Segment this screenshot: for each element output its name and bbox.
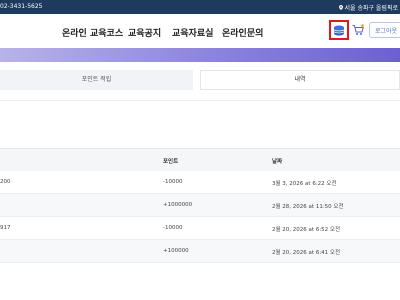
location-info: 서울 송파구 올림픽로 <box>338 3 399 12</box>
row-points: -10000 <box>163 225 183 231</box>
coin-stack-icon <box>333 25 345 35</box>
row-points: -10000 <box>163 179 183 185</box>
header-points: 포인트 <box>163 159 179 165</box>
row-date: 2월 20, 2026 at 6:52 오전 <box>272 227 341 233</box>
row-date: 2월 28, 2026 at 11:50 오전 <box>272 204 344 210</box>
divider <box>0 100 400 101</box>
nav-resources[interactable]: 교육자료실 <box>172 26 213 39</box>
table-row: +1000000 2월 28, 2026 at 11:50 오전 <box>0 194 400 217</box>
logout-button[interactable]: 로그아웃 <box>369 22 400 38</box>
table-header: 포인트 날짜 <box>0 148 400 171</box>
map-pin-icon <box>338 5 343 10</box>
location-text: 서울 송파구 올림픽로 <box>344 5 399 12</box>
cart-icon[interactable] <box>352 24 364 36</box>
phone-number: 02-3431-5625 <box>0 3 43 10</box>
table-row: 200 -10000 3월 3, 2026 at 6:22 오전 <box>0 171 400 194</box>
row-date: 3월 3, 2026 at 6:22 오전 <box>272 181 337 187</box>
row-points: +100000 <box>163 248 189 254</box>
row-points: +1000000 <box>163 202 193 208</box>
row-date: 2월 20, 2026 at 6:41 오전 <box>272 250 341 256</box>
header-date: 날짜 <box>272 159 283 165</box>
row-id: 200 <box>0 179 11 185</box>
tab-earn-points[interactable]: 포인트 적립 <box>0 70 193 90</box>
table-row: +100000 2월 20, 2026 at 6:41 오전 <box>0 240 400 263</box>
nav-online-course[interactable]: 온라인 교육코스 <box>62 26 123 39</box>
row-id: 917 <box>0 225 11 231</box>
points-button[interactable] <box>329 20 349 40</box>
hero-banner <box>0 48 400 62</box>
nav-notice[interactable]: 교육공지 <box>128 26 161 39</box>
nav-inquiry[interactable]: 온라인문의 <box>222 26 263 39</box>
points-tabs: 포인트 적립 내역 <box>0 70 400 90</box>
top-info-bar: 02-3431-5625 서울 송파구 올림픽로 <box>0 0 400 14</box>
table-row: 917 -10000 2월 20, 2026 at 6:52 오전 <box>0 217 400 240</box>
tab-history[interactable]: 내역 <box>200 70 400 90</box>
